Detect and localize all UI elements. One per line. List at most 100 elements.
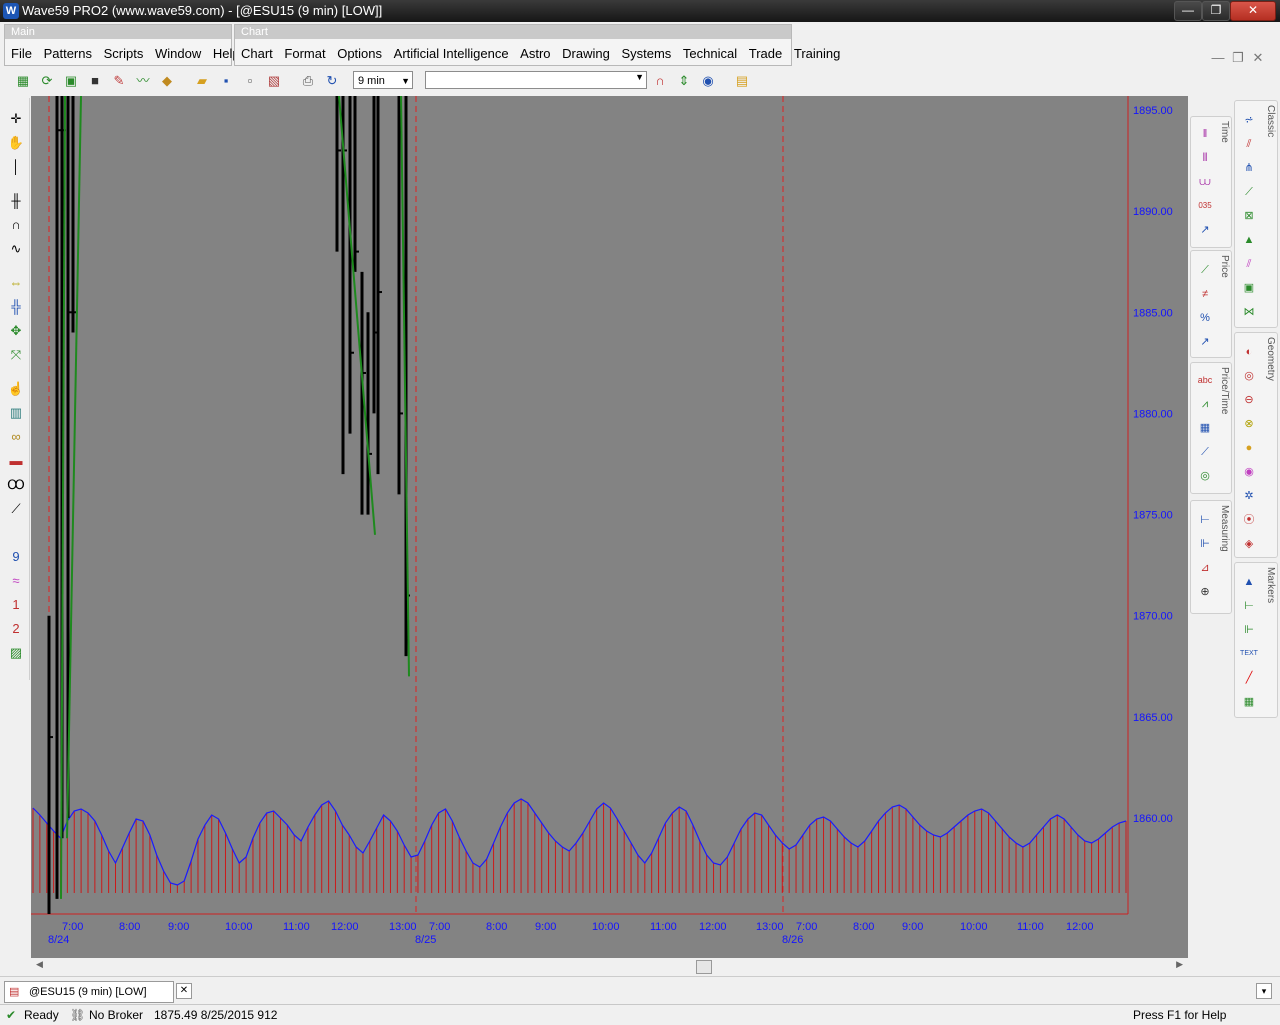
ellipse-icon[interactable]: ⊖ <box>1240 391 1258 409</box>
text-marker-icon[interactable]: TEXT <box>1240 645 1258 663</box>
chart-canvas[interactable]: 1895.00 1890.00 1885.00 1880.00 1875.00 1870.… <box>31 96 1188 958</box>
golden-spiral-icon[interactable]: ● <box>1240 439 1258 457</box>
expand-icon[interactable]: ⤧ <box>6 346 26 364</box>
text-label-icon[interactable]: abc <box>1196 371 1214 389</box>
speed-lines-icon[interactable]: ⟋ <box>1196 443 1214 461</box>
refresh-icon[interactable]: ⟳ <box>39 73 55 89</box>
compress-icon[interactable]: ╬ <box>6 298 26 316</box>
symbol-select[interactable]: ▼ <box>425 71 647 89</box>
hand-icon[interactable]: ✋ <box>6 134 26 152</box>
document-tab[interactable]: ▤ @ESU15 (9 min) [LOW] <box>4 981 174 1003</box>
price-extension-icon[interactable]: ≠ <box>1196 285 1214 303</box>
database-icon[interactable]: ■ <box>87 73 103 89</box>
count-marker-2-icon[interactable]: ⊩ <box>1240 621 1258 639</box>
cycle-tool-icon[interactable]: ⋈ <box>1240 303 1258 321</box>
ruler-icon[interactable]: ⟋ <box>6 500 26 518</box>
spiral-icon[interactable]: ⊗ <box>1240 415 1258 433</box>
pointer-icon[interactable]: ☝ <box>6 380 26 398</box>
back-icon[interactable]: ◆ <box>159 73 175 89</box>
menu-patterns[interactable]: Patterns <box>44 46 92 61</box>
box-icon[interactable]: ⊠ <box>1240 207 1258 225</box>
mdi-close-button[interactable]: ✕ <box>1248 50 1268 66</box>
menu-training[interactable]: Training <box>794 46 840 61</box>
time-lines-icon[interactable]: ⦀ <box>1196 149 1214 167</box>
arc-icon[interactable]: ◐ <box>1240 343 1258 361</box>
menu-artificial-intelligence[interactable]: Artificial Intelligence <box>394 46 509 61</box>
save-icon[interactable]: ▪ <box>218 73 234 89</box>
parallel-lines-icon[interactable]: ⫽ <box>1240 255 1258 273</box>
pitchfork-icon[interactable]: ⋔ <box>1240 159 1258 177</box>
window-maximize-button[interactable]: ❐ <box>1202 1 1230 21</box>
square-of-nine-icon[interactable]: ▣ <box>1240 279 1258 297</box>
measure-count-icon[interactable]: ⊩ <box>1196 535 1214 553</box>
up-down-arrow-icon[interactable]: ⇕ <box>676 73 692 89</box>
wave-count-1-icon[interactable]: 1 <box>6 596 26 614</box>
wave-count-2-icon[interactable]: 2 <box>6 620 26 638</box>
time-ratio-icon[interactable]: 035 <box>1196 197 1214 215</box>
menu-trade[interactable]: Trade <box>749 46 782 61</box>
menu-file[interactable]: File <box>11 46 32 61</box>
time-projection-icon[interactable]: ↗ <box>1196 221 1214 239</box>
time-cycles-icon[interactable]: ‖ <box>1196 125 1214 143</box>
horizontal-scrollbar[interactable]: ◀ ▶ <box>31 958 1188 974</box>
magnet-icon[interactable]: ∩ <box>652 73 668 89</box>
pattern-tool-icon[interactable]: ⩘ <box>1196 395 1214 413</box>
link-icon[interactable]: ∞ <box>6 428 26 446</box>
crosshair-icon[interactable]: ✛ <box>6 110 26 128</box>
close-chart-icon[interactable]: ▧ <box>266 73 282 89</box>
time-fib-icon[interactable]: ⩊ <box>1196 173 1214 191</box>
line-marker-icon[interactable]: ╱ <box>1240 669 1258 687</box>
circle-icon[interactable]: ◎ <box>1240 367 1258 385</box>
trash-icon[interactable]: ▥ <box>6 404 26 422</box>
price-retrace-icon[interactable]: ⟋ <box>1196 261 1214 279</box>
wave-icon[interactable]: ≈ <box>6 572 26 590</box>
measure-angle-icon[interactable]: ⊿ <box>1196 559 1214 577</box>
price-chart[interactable]: 1895.00 1890.00 1885.00 1880.00 1875.00 1870.… <box>31 96 1188 958</box>
target-icon[interactable]: ⦿ <box>1240 511 1258 529</box>
mdi-restore-button[interactable]: ❐ <box>1228 50 1248 66</box>
vertical-line-icon[interactable]: │ <box>6 158 26 176</box>
truck-icon[interactable]: ▬ <box>6 452 26 470</box>
move-icon[interactable]: ✥ <box>6 322 26 340</box>
arrow-marker-icon[interactable]: ▲ <box>1240 573 1258 591</box>
percent-icon[interactable]: % <box>1196 309 1214 327</box>
redraw-icon[interactable]: ↻ <box>324 73 340 89</box>
menu-technical[interactable]: Technical <box>683 46 737 61</box>
grid-marker-icon[interactable]: ▦ <box>1240 693 1258 711</box>
new-chart-icon[interactable]: ▦ <box>15 73 31 89</box>
mdi-minimize-button[interactable]: — <box>1208 50 1228 65</box>
grid-icon[interactable]: ▦ <box>1196 419 1214 437</box>
tab-menu-chevron-icon[interactable]: ▾ <box>1256 983 1272 999</box>
menu-scripts[interactable]: Scripts <box>104 46 144 61</box>
menu-options[interactable]: Options <box>337 46 382 61</box>
bar-chart-icon[interactable]: ╫ <box>6 192 26 210</box>
triangle-icon[interactable]: ▲ <box>1240 231 1258 249</box>
menu-chart[interactable]: Chart <box>241 46 273 61</box>
print-icon[interactable]: ⎙ <box>300 73 316 89</box>
square-icon[interactable]: ◎ <box>1196 467 1214 485</box>
measure-horizontal-icon[interactable]: ⊢ <box>1196 511 1214 529</box>
pattern-icon[interactable]: ▨ <box>6 644 26 662</box>
measure-target-icon[interactable]: ⊕ <box>1196 583 1214 601</box>
close-tab-icon[interactable]: ✕ <box>176 983 192 999</box>
scroll-left-icon[interactable]: ◀ <box>36 959 43 970</box>
menu-systems[interactable]: Systems <box>621 46 671 61</box>
diamond-icon[interactable]: ◈ <box>1240 535 1258 553</box>
eye-icon[interactable]: ◉ <box>700 73 716 89</box>
workspace-icon[interactable]: ▤ <box>734 73 750 89</box>
window-close-button[interactable]: ✕ <box>1230 1 1276 21</box>
lasso-icon[interactable]: Ꝏ <box>6 476 26 494</box>
candle-icon[interactable]: ∩ <box>6 216 26 234</box>
price-projection-icon[interactable]: ↗ <box>1196 333 1214 351</box>
window-minimize-button[interactable]: — <box>1174 1 1202 21</box>
menu-window[interactable]: Window <box>155 46 201 61</box>
line-chart-icon[interactable]: ∿ <box>6 240 26 258</box>
open-folder-icon[interactable]: ▰ <box>194 73 210 89</box>
channel-icon[interactable]: ⫽ <box>1240 135 1258 153</box>
menu-astro[interactable]: Astro <box>520 46 550 61</box>
menu-format[interactable]: Format <box>284 46 325 61</box>
star-icon[interactable]: ✲ <box>1240 487 1258 505</box>
count-marker-icon[interactable]: ⊢ <box>1240 597 1258 615</box>
scroll-thumb[interactable] <box>696 960 712 974</box>
indicator-icon[interactable]: 〰 <box>135 73 151 89</box>
